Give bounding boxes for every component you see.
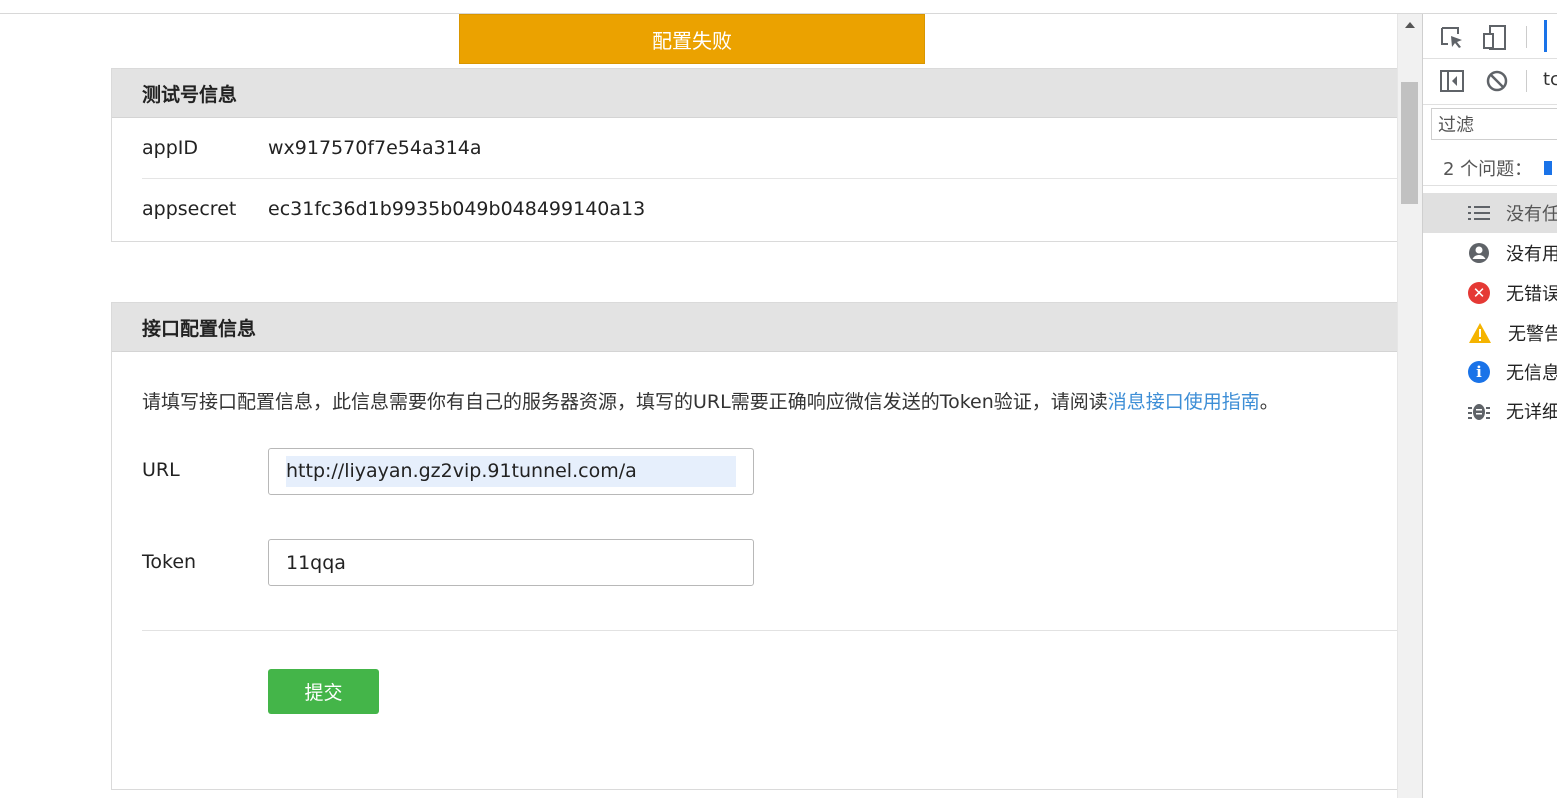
sidebar-item-info[interactable]: i 无信息	[1423, 352, 1557, 392]
token-label: Token	[142, 551, 197, 573]
issues-text: 2 个问题：	[1443, 158, 1533, 180]
url-input[interactable]: http://liyayan.gz2vip.91tunnel.com/a	[268, 448, 754, 495]
page-scrollbar[interactable]	[1397, 14, 1422, 798]
message-api-guide-link[interactable]: 消息接口使用指南	[1108, 391, 1260, 413]
info-icon: i	[1468, 360, 1490, 384]
verbose-label: 无详细	[1506, 402, 1557, 423]
appsecret-value: ec31fc36d1b9935b049b048499140a13	[268, 198, 646, 220]
filter-input[interactable]: 过滤	[1431, 108, 1557, 140]
issues-counter[interactable]: 2 个问题：	[1423, 150, 1557, 186]
main-page: 配置失败 测试号信息 appID wx917570f7e54a314a apps…	[0, 0, 1397, 798]
errors-label: 无错误	[1506, 284, 1557, 305]
appid-value: wx917570f7e54a314a	[268, 137, 482, 159]
clear-console-icon[interactable]	[1485, 69, 1509, 97]
console-toolbar: tc	[1423, 58, 1557, 105]
info-row-appsecret: appsecret ec31fc36d1b9935b049b048499140a…	[142, 178, 1397, 239]
toolbar-separator-2	[1526, 70, 1527, 92]
panel-title-test-info: 测试号信息	[112, 69, 1397, 118]
devtools-toolbar	[1423, 14, 1557, 59]
sidebar-item-errors[interactable]: ✕ 无错误	[1423, 273, 1557, 313]
api-config-description: 请填写接口配置信息，此信息需要你有自己的服务器资源，填写的URL需要正确响应微信…	[142, 387, 1279, 414]
error-icon: ✕	[1468, 281, 1490, 305]
form-divider	[142, 630, 1397, 631]
url-input-value: http://liyayan.gz2vip.91tunnel.com/a	[286, 456, 736, 487]
list-icon	[1468, 201, 1490, 225]
test-account-panel: 测试号信息 appID wx917570f7e54a314a appsecret…	[111, 68, 1397, 242]
url-label: URL	[142, 459, 180, 481]
token-input[interactable]: 11qqa	[268, 539, 754, 586]
info-label: 无信息	[1506, 363, 1557, 384]
sidebar-item-messages[interactable]: 没有任	[1423, 193, 1557, 233]
inspect-element-icon[interactable]	[1439, 25, 1465, 55]
config-failed-alert: 配置失败	[459, 14, 925, 64]
panel-title-api-config: 接口配置信息	[112, 303, 1397, 352]
sidebar-item-user-messages[interactable]: 没有用	[1423, 233, 1557, 273]
messages-label: 没有任	[1506, 204, 1557, 225]
active-tab-indicator	[1544, 20, 1547, 52]
issue-flag-icon	[1544, 160, 1553, 175]
description-text: 请填写接口配置信息，此信息需要你有自己的服务器资源，填写的URL需要正确响应微信…	[142, 391, 1108, 413]
devtools-panel: tc 过滤 2 个问题： 没有任 没有用 ✕ 无错误 无警告 i 无信息 无详细	[1422, 14, 1557, 798]
scroll-up-arrow-icon[interactable]	[1405, 22, 1415, 28]
user-messages-label: 没有用	[1506, 244, 1557, 265]
appid-label: appID	[142, 137, 198, 159]
bug-icon	[1468, 399, 1490, 423]
sidebar-item-verbose[interactable]: 无详细	[1423, 391, 1557, 431]
warnings-label: 无警告	[1508, 324, 1557, 345]
warning-icon	[1468, 321, 1492, 345]
context-selector[interactable]: tc	[1543, 69, 1557, 90]
description-end: 。	[1259, 391, 1279, 413]
scroll-thumb[interactable]	[1401, 82, 1418, 204]
device-toggle-icon[interactable]	[1482, 24, 1508, 56]
api-config-panel: 接口配置信息 请填写接口配置信息，此信息需要你有自己的服务器资源，填写的URL需…	[111, 302, 1397, 790]
user-icon	[1468, 241, 1490, 265]
toolbar-separator	[1526, 26, 1527, 48]
sidebar-item-warnings[interactable]: 无警告	[1423, 313, 1557, 353]
submit-button[interactable]: 提交	[268, 669, 379, 714]
appsecret-label: appsecret	[142, 198, 237, 220]
sidebar-toggle-icon[interactable]	[1439, 69, 1465, 97]
token-input-value: 11qqa	[286, 551, 346, 574]
info-row-appid: appID wx917570f7e54a314a	[142, 118, 1397, 178]
